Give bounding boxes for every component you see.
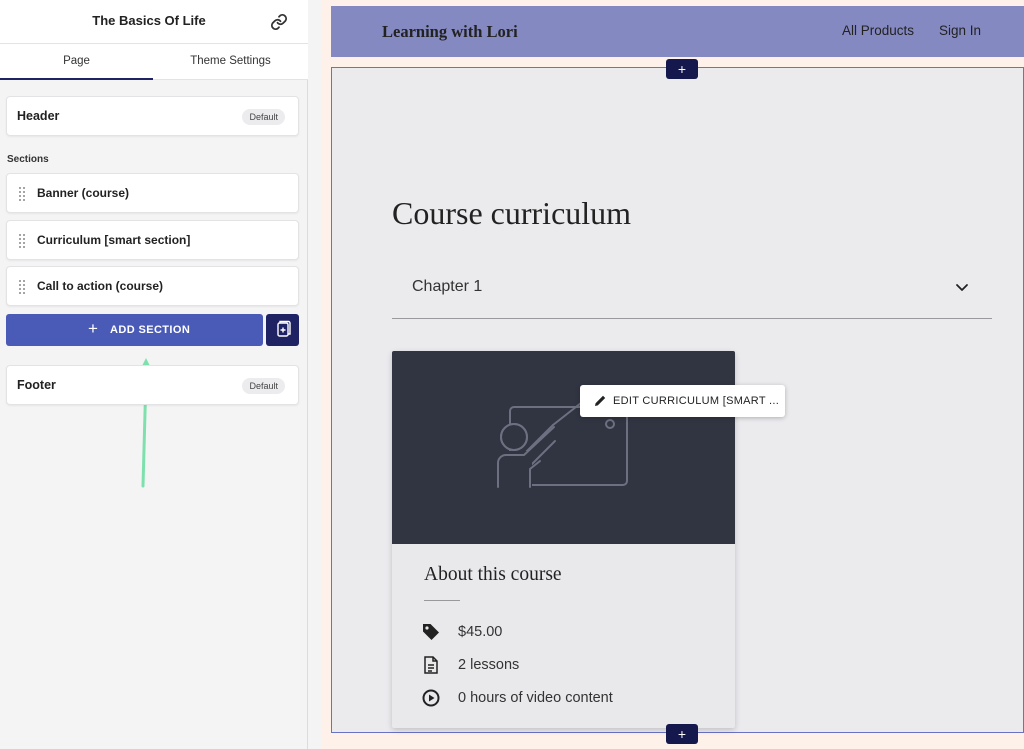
curriculum-title: Course curriculum (392, 195, 632, 231)
tab-theme-settings[interactable]: Theme Settings (153, 44, 308, 80)
sections-heading: Sections (7, 154, 49, 165)
tab-page[interactable]: Page (0, 44, 153, 80)
footer-label: Footer (17, 378, 56, 392)
document-icon (424, 656, 438, 674)
edit-curriculum-button[interactable]: EDIT CURRICULUM [SMART ... (580, 385, 785, 417)
chapter-label: Chapter 1 (412, 278, 483, 295)
drag-handle-icon[interactable] (19, 234, 27, 248)
section-item-curriculum[interactable]: Curriculum [smart section] (6, 220, 299, 260)
video-row: 0 hours of video content (422, 688, 722, 710)
link-icon[interactable] (270, 13, 288, 31)
presentation-icon (494, 402, 628, 491)
pencil-icon (595, 395, 606, 406)
course-price: $45.00 (458, 624, 503, 640)
add-section-above-button[interactable]: + (666, 59, 698, 79)
course-video-hours: 0 hours of video content (458, 690, 613, 706)
footer-default-badge: Default (242, 378, 285, 394)
copy-section-button[interactable] (266, 314, 299, 346)
footer-card[interactable]: Footer Default (6, 365, 299, 405)
add-section-button[interactable]: + ADD SECTION (6, 314, 263, 346)
course-lessons: 2 lessons (458, 657, 520, 673)
plus-icon: + (88, 319, 98, 338)
nav-sign-in[interactable]: Sign In (939, 23, 981, 38)
add-section-label: ADD SECTION (110, 324, 191, 336)
panel-top-bar: The Basics Of Life (0, 0, 308, 44)
course-card-title: About this course (424, 564, 562, 585)
drag-handle-icon[interactable] (19, 280, 27, 294)
header-default-badge: Default (242, 109, 285, 125)
chevron-down-icon[interactable] (954, 279, 970, 295)
chapter-accordion[interactable]: Chapter 1 (392, 263, 992, 319)
title-divider (424, 600, 460, 601)
nav-all-products[interactable]: All Products (842, 23, 914, 38)
section-item-banner[interactable]: Banner (course) (6, 173, 299, 213)
section-label: Call to action (course) (37, 279, 164, 293)
copy-icon (277, 320, 291, 337)
add-section-below-button[interactable]: + (666, 724, 698, 744)
header-label: Header (17, 109, 60, 123)
site-header[interactable]: Learning with Lori All Products Sign In (331, 6, 1024, 57)
page-preview: Learning with Lori All Products Sign In … (322, 0, 1024, 749)
price-row: $45.00 (422, 622, 722, 644)
section-label: Banner (course) (37, 186, 130, 200)
price-tag-icon (423, 624, 439, 640)
site-title[interactable]: Learning with Lori (382, 22, 518, 42)
section-label: Curriculum [smart section] (37, 233, 191, 247)
lessons-row: 2 lessons (422, 655, 722, 677)
editor-panel: The Basics Of Life Page Theme Settings H… (0, 0, 308, 749)
drag-handle-icon[interactable] (19, 187, 27, 201)
header-card[interactable]: Header Default (6, 96, 299, 136)
edit-curriculum-label: EDIT CURRICULUM [SMART ... (613, 395, 780, 407)
page-title: The Basics Of Life (92, 13, 206, 28)
course-image (392, 351, 735, 544)
play-circle-icon (422, 689, 440, 707)
panel-tabs: Page Theme Settings (0, 44, 308, 80)
section-item-call-to-action[interactable]: Call to action (course) (6, 266, 299, 306)
